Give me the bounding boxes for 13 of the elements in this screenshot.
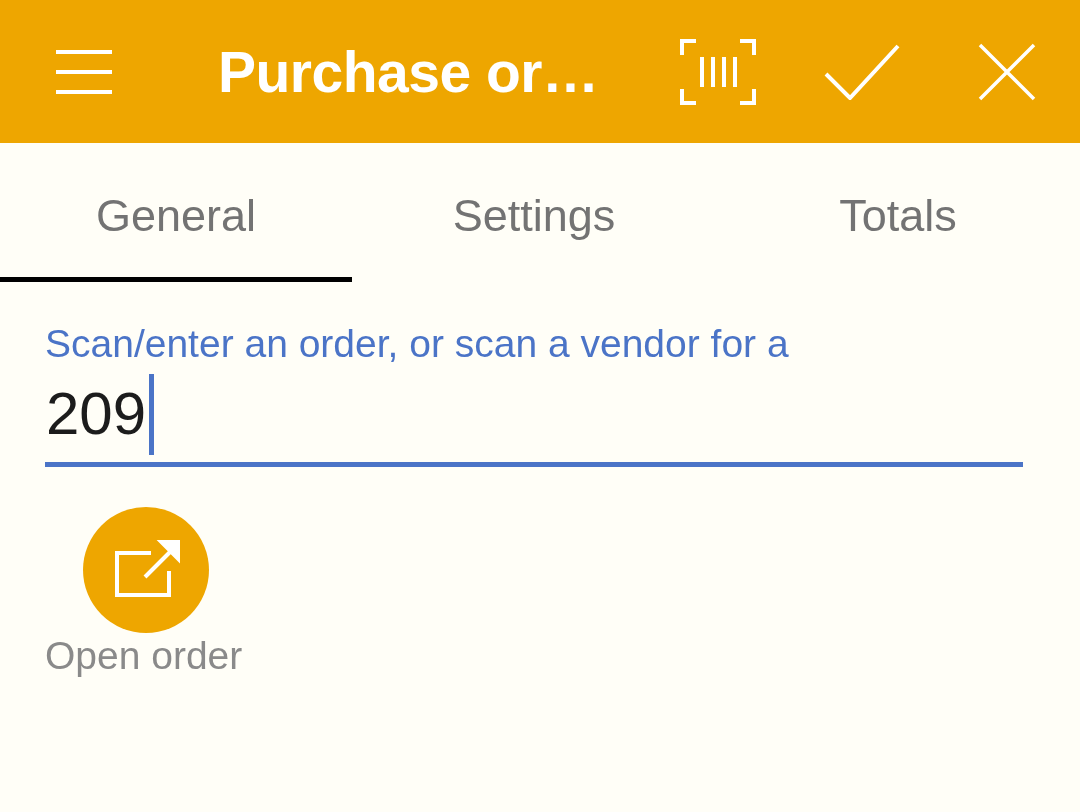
text-cursor-icon — [149, 373, 155, 455]
field-label: Scan/enter an order, or scan a vendor for a — [45, 322, 789, 366]
screen-title: Purchase or… — [218, 38, 600, 105]
check-icon — [824, 43, 900, 100]
arrow-out-of-box-icon — [115, 539, 181, 597]
close-icon — [978, 42, 1036, 101]
menu-icon — [56, 49, 112, 94]
tab[interactable]: General — [0, 143, 352, 282]
tab[interactable]: Totals — [716, 143, 1080, 282]
order-input[interactable]: 209 — [45, 366, 1023, 467]
button-label: Open order — [45, 633, 243, 679]
tab[interactable]: Settings — [352, 143, 716, 282]
barcode-scan-icon — [680, 38, 756, 105]
